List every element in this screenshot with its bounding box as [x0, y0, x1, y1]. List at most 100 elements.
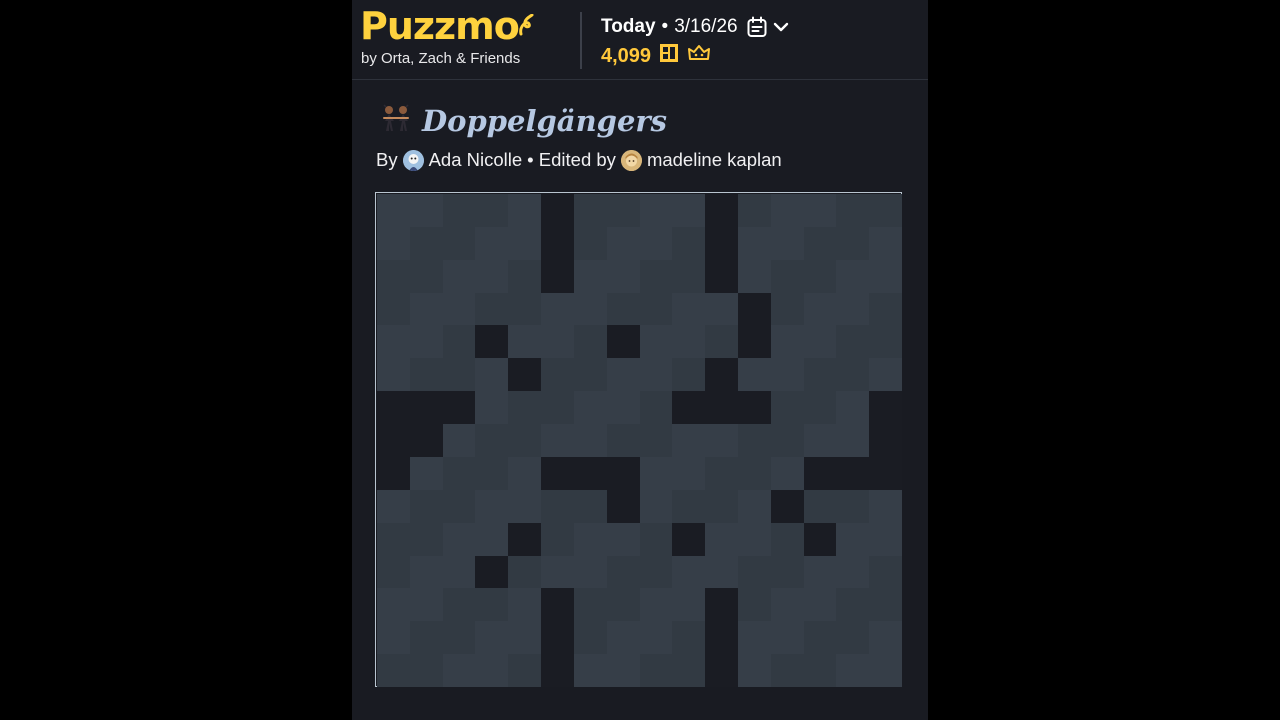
grid-cell[interactable] — [803, 489, 837, 523]
grid-cell[interactable] — [606, 522, 640, 556]
grid-cell[interactable] — [409, 654, 443, 687]
grid-cell[interactable] — [442, 654, 476, 687]
grid-cell[interactable] — [803, 621, 837, 655]
grid-cell[interactable] — [639, 654, 673, 687]
grid-cell[interactable] — [573, 654, 607, 687]
grid-cell[interactable] — [606, 654, 640, 687]
grid-cell[interactable] — [377, 194, 410, 227]
grid-cell[interactable] — [442, 194, 476, 227]
grid-cell[interactable] — [639, 588, 673, 622]
grid-cell[interactable] — [737, 555, 771, 589]
grid-cell[interactable] — [803, 358, 837, 392]
grid-cell[interactable] — [606, 588, 640, 622]
grid-cell[interactable] — [803, 555, 837, 589]
grid-cell[interactable] — [377, 489, 410, 523]
grid-cell[interactable] — [737, 259, 771, 293]
grid-cell[interactable] — [475, 292, 509, 326]
grid-cell[interactable] — [475, 226, 509, 260]
grid-cell[interactable] — [508, 391, 542, 425]
puzzmo-logo[interactable]: Puzzmo — [360, 4, 535, 48]
crown-icon[interactable] — [687, 43, 711, 69]
grid-cell[interactable] — [377, 654, 410, 687]
grid-cell[interactable] — [770, 325, 804, 359]
grid-cell[interactable] — [573, 194, 607, 227]
grid-cell[interactable] — [639, 292, 673, 326]
grid-cell[interactable] — [409, 194, 443, 227]
grid-cell[interactable] — [606, 259, 640, 293]
grid-cell[interactable] — [770, 194, 804, 227]
grid-cell[interactable] — [803, 654, 837, 687]
grid-cell[interactable] — [869, 621, 902, 655]
grid-cell[interactable] — [770, 226, 804, 260]
grid-cell[interactable] — [573, 358, 607, 392]
grid-cell[interactable] — [377, 226, 410, 260]
grid-cell[interactable] — [573, 292, 607, 326]
grid-cell[interactable] — [770, 424, 804, 457]
grid-cell[interactable] — [672, 325, 706, 359]
grid-cell[interactable] — [508, 489, 542, 523]
author-name[interactable]: Ada Nicolle — [429, 149, 523, 171]
grid-cell[interactable] — [475, 194, 509, 227]
grid-cell[interactable] — [639, 325, 673, 359]
grid-cell[interactable] — [606, 292, 640, 326]
grid-cell[interactable] — [475, 424, 509, 457]
grid-cell[interactable] — [672, 424, 706, 457]
grid-cell[interactable] — [541, 424, 574, 457]
grid-cell[interactable] — [803, 588, 837, 622]
grid-cell[interactable] — [836, 621, 870, 655]
grid-cell[interactable] — [869, 226, 902, 260]
grid-cell[interactable] — [377, 325, 410, 359]
grid-cell[interactable] — [442, 226, 476, 260]
grid-cell[interactable] — [475, 489, 509, 523]
grid-cell[interactable] — [869, 292, 902, 326]
grid-cell[interactable] — [869, 194, 902, 227]
editor-name[interactable]: madeline kaplan — [647, 149, 782, 171]
grid-cell[interactable] — [409, 489, 443, 523]
grid-cell[interactable] — [409, 358, 443, 392]
grid-cell[interactable] — [672, 226, 706, 260]
grid-cell[interactable] — [803, 424, 837, 457]
grid-cell[interactable] — [803, 226, 837, 260]
grid-cell[interactable] — [475, 391, 509, 425]
grid-cell[interactable] — [836, 391, 870, 425]
grid-cell[interactable] — [770, 654, 804, 687]
grid-cell[interactable] — [737, 522, 771, 556]
grid-cell[interactable] — [442, 325, 476, 359]
grid-cell[interactable] — [705, 456, 738, 490]
grid-cell[interactable] — [475, 621, 509, 655]
grid-cell[interactable] — [508, 555, 542, 589]
grid-cell[interactable] — [475, 456, 509, 490]
grid-cell[interactable] — [573, 391, 607, 425]
grid-cell[interactable] — [639, 489, 673, 523]
grid-cell[interactable] — [737, 194, 771, 227]
grid-cell[interactable] — [409, 226, 443, 260]
grid-cell[interactable] — [737, 358, 771, 392]
grid-cell[interactable] — [409, 456, 443, 490]
grid-cell[interactable] — [508, 456, 542, 490]
grid-cell[interactable] — [803, 292, 837, 326]
grid-cell[interactable] — [573, 325, 607, 359]
grid-cell[interactable] — [672, 621, 706, 655]
grid-cell[interactable] — [377, 358, 410, 392]
grid-cell[interactable] — [377, 522, 410, 556]
grid-cell[interactable] — [737, 489, 771, 523]
grid-cell[interactable] — [606, 391, 640, 425]
grid-cell[interactable] — [672, 555, 706, 589]
grid-cell[interactable] — [639, 621, 673, 655]
grid-cell[interactable] — [573, 226, 607, 260]
grid-cell[interactable] — [573, 489, 607, 523]
grid-cell[interactable] — [541, 391, 574, 425]
grid-cell[interactable] — [573, 259, 607, 293]
grid-cell[interactable] — [442, 358, 476, 392]
grid-cell[interactable] — [705, 522, 738, 556]
grid-cell[interactable] — [573, 555, 607, 589]
grid-cell[interactable] — [836, 325, 870, 359]
grid-cell[interactable] — [475, 259, 509, 293]
grid-cell[interactable] — [836, 424, 870, 457]
grid-cell[interactable] — [475, 358, 509, 392]
grid-cell[interactable] — [737, 588, 771, 622]
grid-cell[interactable] — [409, 292, 443, 326]
grid-cell[interactable] — [672, 456, 706, 490]
grid-cell[interactable] — [409, 325, 443, 359]
grid-cell[interactable] — [377, 292, 410, 326]
